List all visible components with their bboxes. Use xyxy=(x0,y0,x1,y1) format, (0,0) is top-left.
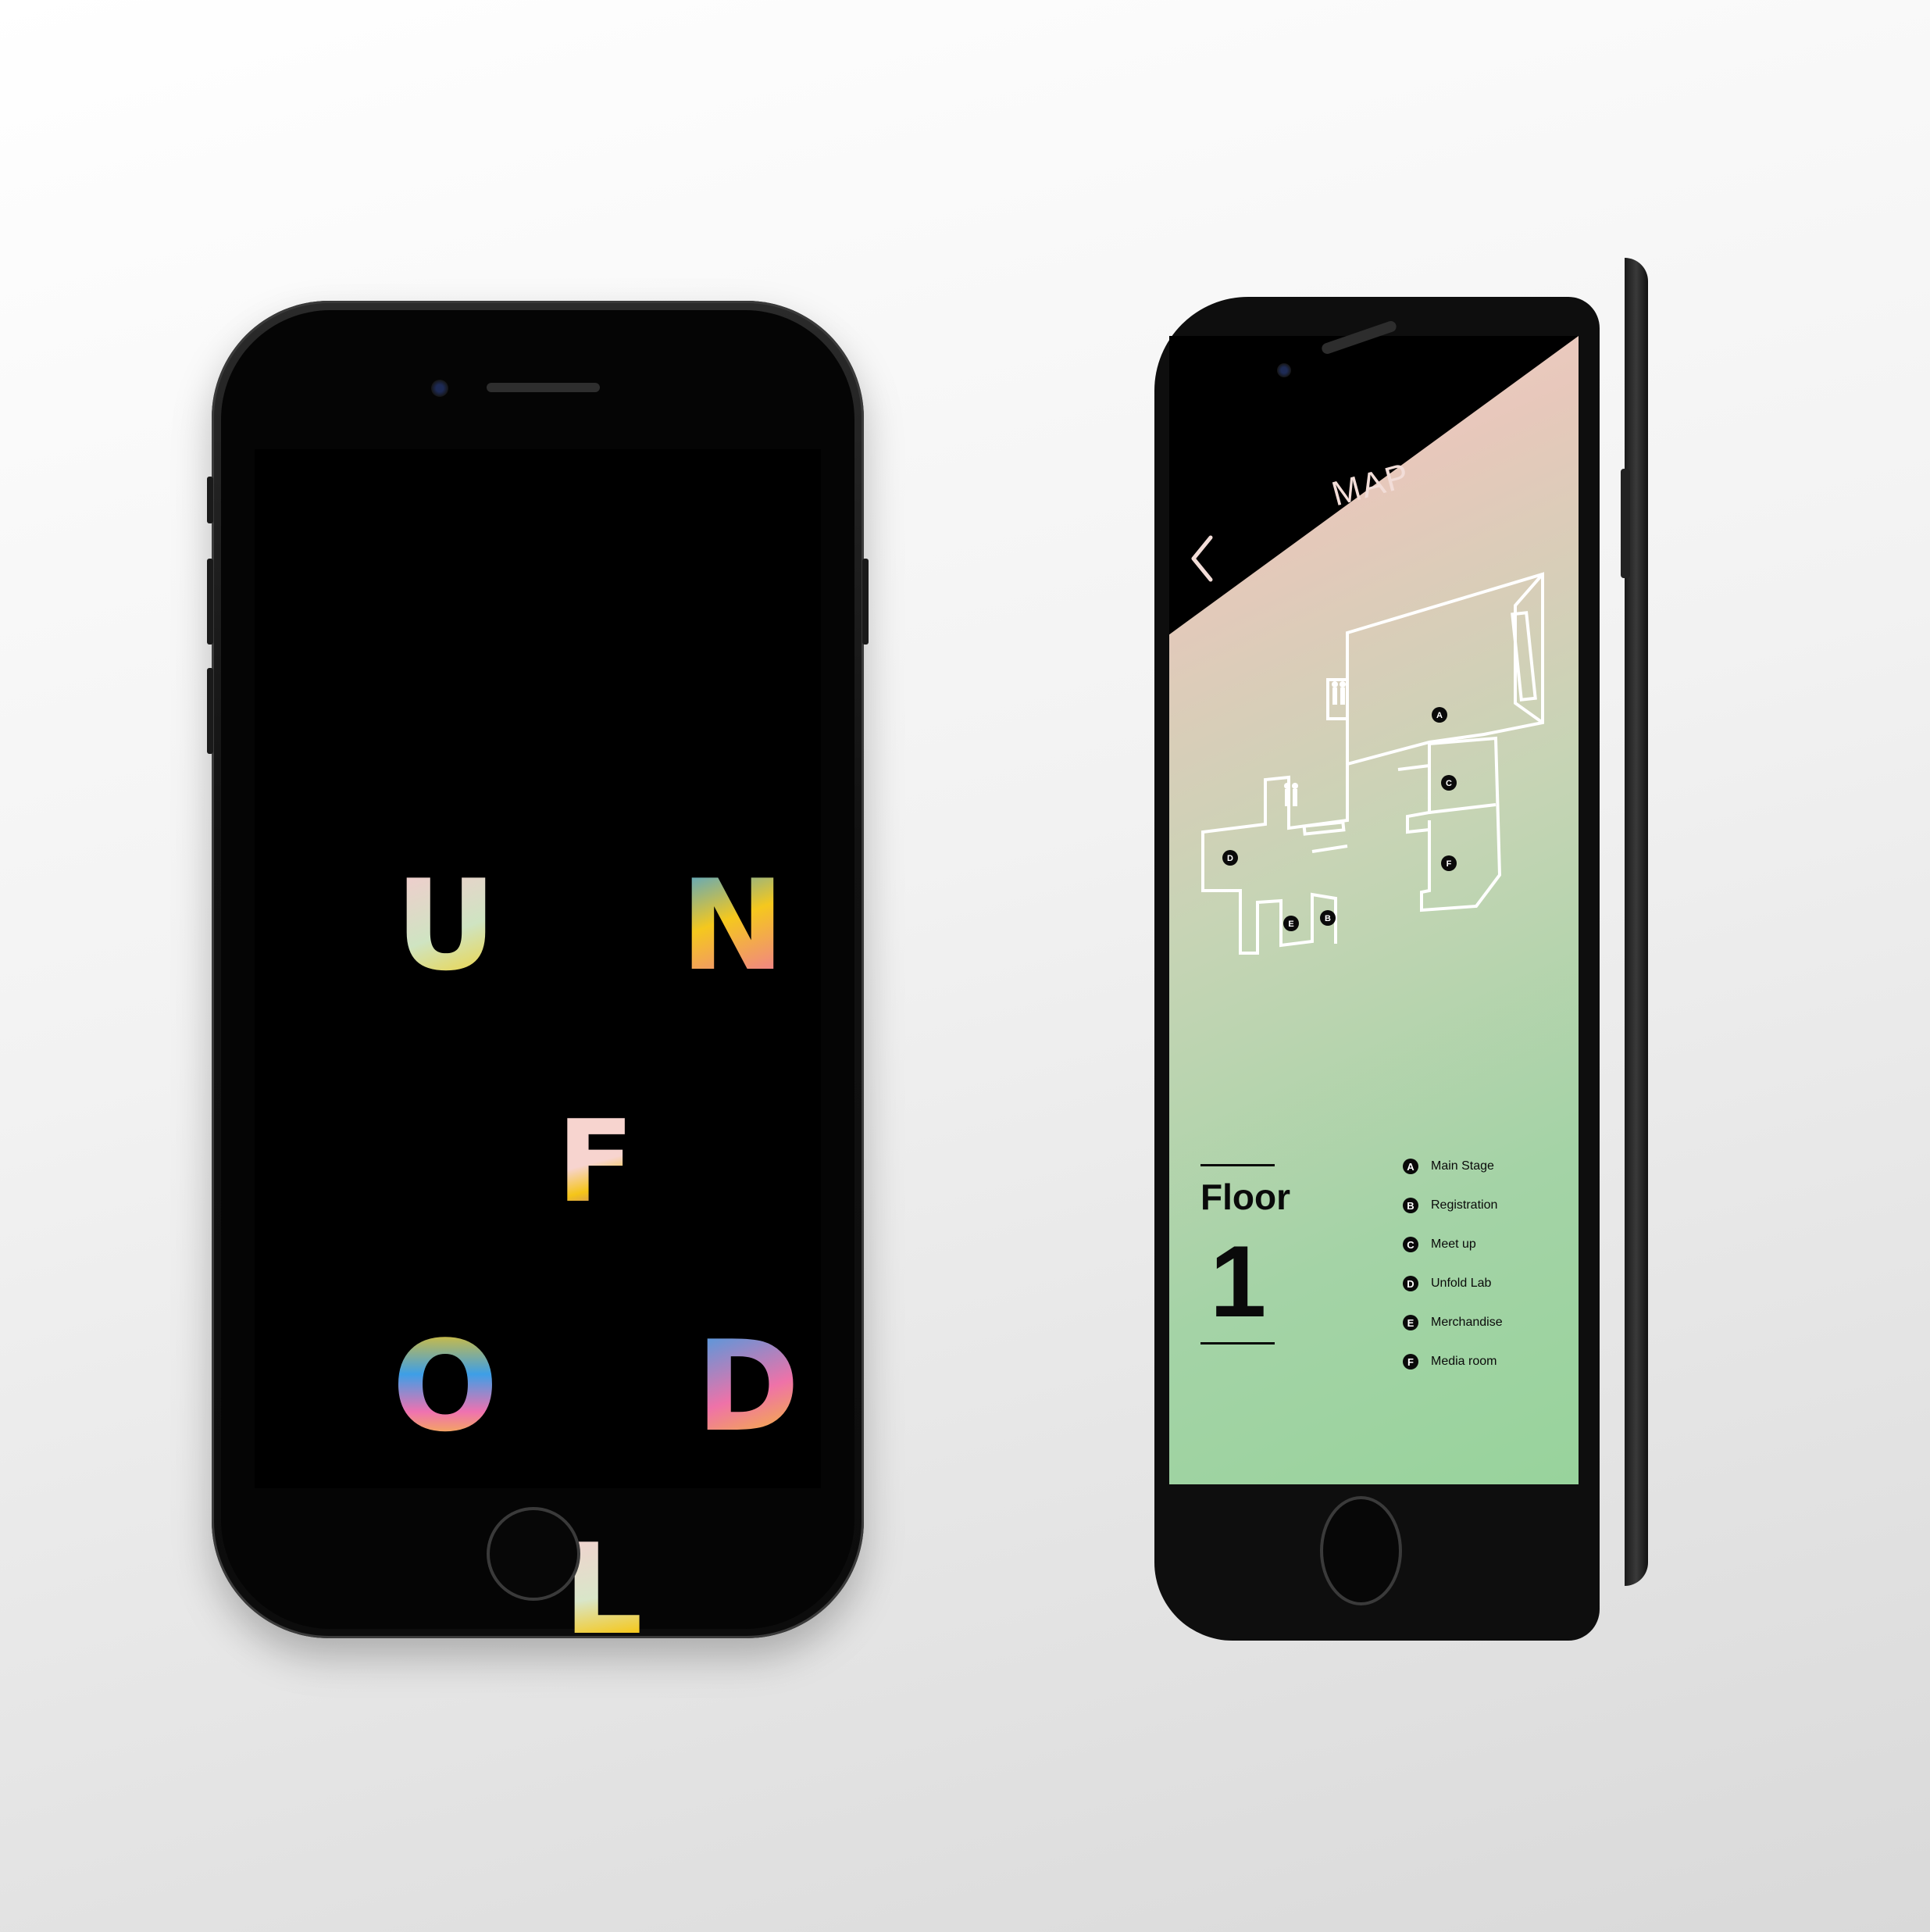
front-camera-icon xyxy=(431,380,448,397)
home-button[interactable] xyxy=(487,1507,580,1601)
front-camera-icon xyxy=(1277,363,1291,377)
legend-item[interactable]: E Merchandise xyxy=(1403,1303,1575,1342)
room-main-stage xyxy=(1346,572,1544,766)
legend-badge: D xyxy=(1403,1276,1418,1291)
legend-badge: B xyxy=(1403,1198,1418,1213)
legend-badge: F xyxy=(1403,1354,1418,1370)
legend-item[interactable]: A Main Stage xyxy=(1403,1147,1575,1186)
legend-label: Main Stage xyxy=(1431,1159,1494,1173)
mute-switch[interactable] xyxy=(207,477,213,523)
floor-number: 1 xyxy=(1210,1224,1267,1338)
power-button-right[interactable] xyxy=(1621,469,1630,578)
map-marker-a-label: A xyxy=(1436,711,1443,720)
legend-badge: C xyxy=(1403,1237,1418,1252)
map-marker-f-label: F xyxy=(1447,859,1452,869)
map-marker-e-label: E xyxy=(1288,920,1293,929)
logo-letter-u: U xyxy=(395,852,497,998)
legend-item[interactable]: C Meet up xyxy=(1403,1225,1575,1264)
legend-label: Registration xyxy=(1431,1198,1498,1212)
logo-letter-f: F xyxy=(557,1096,635,1228)
floor-rule-top xyxy=(1200,1164,1275,1166)
volume-up-button[interactable] xyxy=(207,559,213,645)
floor-plan-map: A C D F E B xyxy=(1201,572,1544,955)
map-marker-b-label: B xyxy=(1325,914,1331,923)
floor-label: Floor xyxy=(1200,1177,1290,1217)
legend-badge: A xyxy=(1403,1159,1418,1174)
legend-label: Merchandise xyxy=(1431,1316,1503,1329)
legend-label: Media room xyxy=(1431,1355,1497,1368)
legend-item[interactable]: F Media room xyxy=(1403,1342,1575,1381)
logo-letter-n: N xyxy=(680,852,785,998)
legend-badge: E xyxy=(1403,1315,1418,1330)
splash-screen: U N F O D L xyxy=(255,449,821,1652)
map-legend: A Main Stage B Registration C Meet up D … xyxy=(1403,1147,1575,1381)
logo-letter-o: O xyxy=(392,1313,499,1459)
power-button[interactable] xyxy=(862,559,869,645)
map-marker-d-label: D xyxy=(1227,854,1233,863)
legend-label: Unfold Lab xyxy=(1431,1277,1492,1290)
right-phone-side-edge xyxy=(1625,258,1648,1586)
earpiece-speaker xyxy=(487,383,600,392)
legend-label: Meet up xyxy=(1431,1237,1476,1251)
logo-letter-d: D xyxy=(696,1313,800,1459)
map-marker-c-label: C xyxy=(1446,779,1452,788)
legend-item[interactable]: B Registration xyxy=(1403,1186,1575,1225)
left-phone-device: U N F O D L xyxy=(207,301,869,1652)
volume-down-button[interactable] xyxy=(207,668,213,754)
home-button[interactable] xyxy=(1320,1496,1402,1605)
legend-item[interactable]: D Unfold Lab xyxy=(1403,1264,1575,1303)
floor-rule-bottom xyxy=(1200,1342,1275,1345)
